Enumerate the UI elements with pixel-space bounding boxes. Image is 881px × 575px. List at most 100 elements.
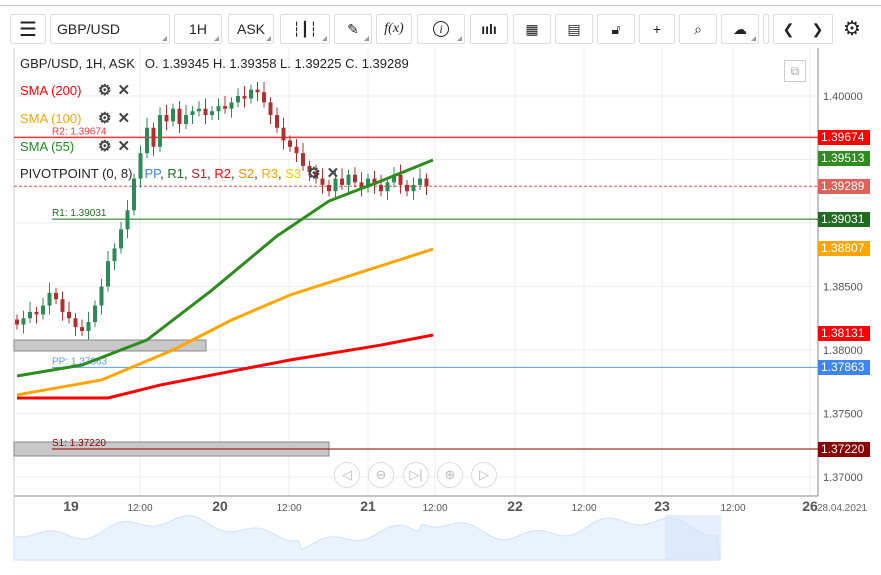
- candle-body: [184, 115, 188, 124]
- pivot-part: PP: [144, 165, 161, 181]
- candle-body: [249, 89, 253, 99]
- chart-title: GBP/USD, 1H, ASK: [20, 56, 135, 71]
- candle-body: [223, 106, 227, 109]
- close-icon[interactable]: ✕: [117, 81, 130, 99]
- price-tag: 1.37863: [818, 360, 870, 376]
- close-icon[interactable]: ✕: [327, 164, 340, 182]
- go-latest-button[interactable]: ▷|: [403, 462, 429, 488]
- y-tick-label: 1.38000: [823, 345, 863, 357]
- candle-body: [353, 174, 357, 183]
- y-tick-label: 1.38500: [823, 282, 863, 294]
- candle-body: [73, 318, 78, 328]
- pivot-level-label: R2: 1.39674: [52, 126, 107, 137]
- ohlc-readout: O. 1.39345 H. 1.39358 L. 1.39225 C. 1.39…: [144, 56, 409, 71]
- candle-body: [288, 140, 292, 147]
- candle-body: [327, 184, 331, 192]
- pivot-legend: PIVOTPOINT (0, 8) PP, R1, S1, R2, S2, R3,…: [20, 164, 340, 182]
- zoom-in-button[interactable]: ⊕: [437, 462, 463, 488]
- price-tag: 1.38131: [818, 326, 870, 342]
- candle-body: [424, 178, 429, 187]
- indicator-label: SMA (100): [20, 110, 82, 126]
- candle-body: [106, 261, 110, 287]
- gear-icon[interactable]: ⚙: [98, 109, 111, 127]
- candle-body: [398, 174, 403, 185]
- gear-icon[interactable]: ⚙: [98, 137, 111, 155]
- indicator-label: SMA (55): [20, 138, 75, 154]
- candle-body: [216, 106, 221, 112]
- pivot-part: R3: [261, 165, 278, 181]
- candle-body: [47, 292, 52, 306]
- indicator-legend: SMA (200) ⚙ ✕: [20, 81, 130, 99]
- candle-body: [171, 108, 175, 122]
- x-tick-label: 21: [360, 498, 376, 514]
- x-tick-label: 23: [654, 498, 670, 514]
- candle-body: [294, 146, 299, 154]
- x-tick-label: 12:00: [276, 503, 301, 514]
- candle-body: [197, 108, 201, 112]
- candle-body: [405, 184, 409, 192]
- candle-body: [262, 92, 266, 103]
- price-chart[interactable]: 1.40000 1.38500 1.38000 1.37500 1.37000 19 12:…: [0, 0, 881, 575]
- candle-body: [255, 89, 260, 93]
- candle-body: [340, 178, 344, 185]
- candle-body: [385, 182, 390, 192]
- x-tick-label: 12:00: [720, 503, 745, 514]
- x-tick-label: 12:00: [127, 503, 152, 514]
- candle-body: [275, 115, 279, 128]
- candle-body: [236, 96, 240, 103]
- close-icon[interactable]: ✕: [117, 137, 130, 155]
- candle-body: [15, 319, 19, 325]
- price-tag: 1.39674: [818, 130, 870, 146]
- candle-body: [151, 127, 156, 147]
- price-tag: 1.38807: [818, 240, 870, 256]
- chart-header: GBP/USD, 1H, ASK O. 1.39345 H. 1.39358 L.…: [20, 56, 409, 71]
- price-tag: 1.39289: [818, 179, 870, 195]
- y-tick-label: 1.37500: [823, 409, 863, 421]
- pivot-part: S1: [191, 165, 208, 181]
- candle-body: [164, 115, 169, 122]
- candle-body: [418, 178, 422, 185]
- x-tick-label: 19: [63, 498, 79, 514]
- pivot-level-label: S1: 1.37220: [52, 438, 106, 449]
- candle-body: [379, 184, 383, 192]
- pivot-part: S2: [238, 165, 255, 181]
- candle-body: [28, 311, 32, 319]
- x-tick-label: 12:00: [422, 503, 447, 514]
- candle-body: [60, 299, 65, 312]
- popout-icon[interactable]: ⧉: [784, 60, 806, 82]
- pivot-part: S3: [285, 165, 302, 181]
- y-tick-label: 1.40000: [823, 91, 863, 103]
- candle-body: [21, 318, 26, 325]
- close-icon[interactable]: ✕: [117, 109, 130, 127]
- candle-body: [411, 184, 416, 192]
- pivot-level-label: R1: 1.39031: [52, 208, 107, 219]
- candle-body: [177, 108, 182, 124]
- indicator-label: SMA (200): [20, 82, 82, 98]
- y-tick-label: 1.37000: [823, 472, 863, 484]
- candle-body: [67, 311, 71, 319]
- date-label: 28.04.2021: [817, 503, 867, 514]
- candle-body: [346, 174, 351, 185]
- candle-body: [132, 178, 136, 211]
- zoom-out-button[interactable]: ⊖: [368, 462, 394, 488]
- indicator-legend: SMA (100) ⚙ ✕: [20, 109, 130, 127]
- candle-body: [125, 210, 130, 230]
- x-tick-label: 20: [212, 498, 228, 514]
- candle-body: [229, 102, 234, 109]
- candle-body: [112, 248, 117, 262]
- candle-body: [80, 327, 84, 331]
- candle-body: [86, 322, 91, 331]
- candle-body: [119, 229, 123, 249]
- pivot-label: PIVOTPOINT (0, 8): [20, 165, 133, 181]
- gear-icon[interactable]: ⚙: [98, 81, 111, 99]
- scroll-left-button[interactable]: ◁: [334, 462, 360, 488]
- price-tag: 1.39031: [818, 212, 870, 228]
- pivot-part: R2: [214, 165, 231, 181]
- x-tick-label: 26: [802, 498, 818, 514]
- candle-body: [93, 305, 97, 323]
- pivot-part: R1: [167, 165, 184, 181]
- gear-icon[interactable]: ⚙: [307, 164, 320, 182]
- navigator-window: [665, 515, 721, 560]
- candle-body: [99, 286, 104, 306]
- scroll-right-button[interactable]: ▷: [471, 462, 497, 488]
